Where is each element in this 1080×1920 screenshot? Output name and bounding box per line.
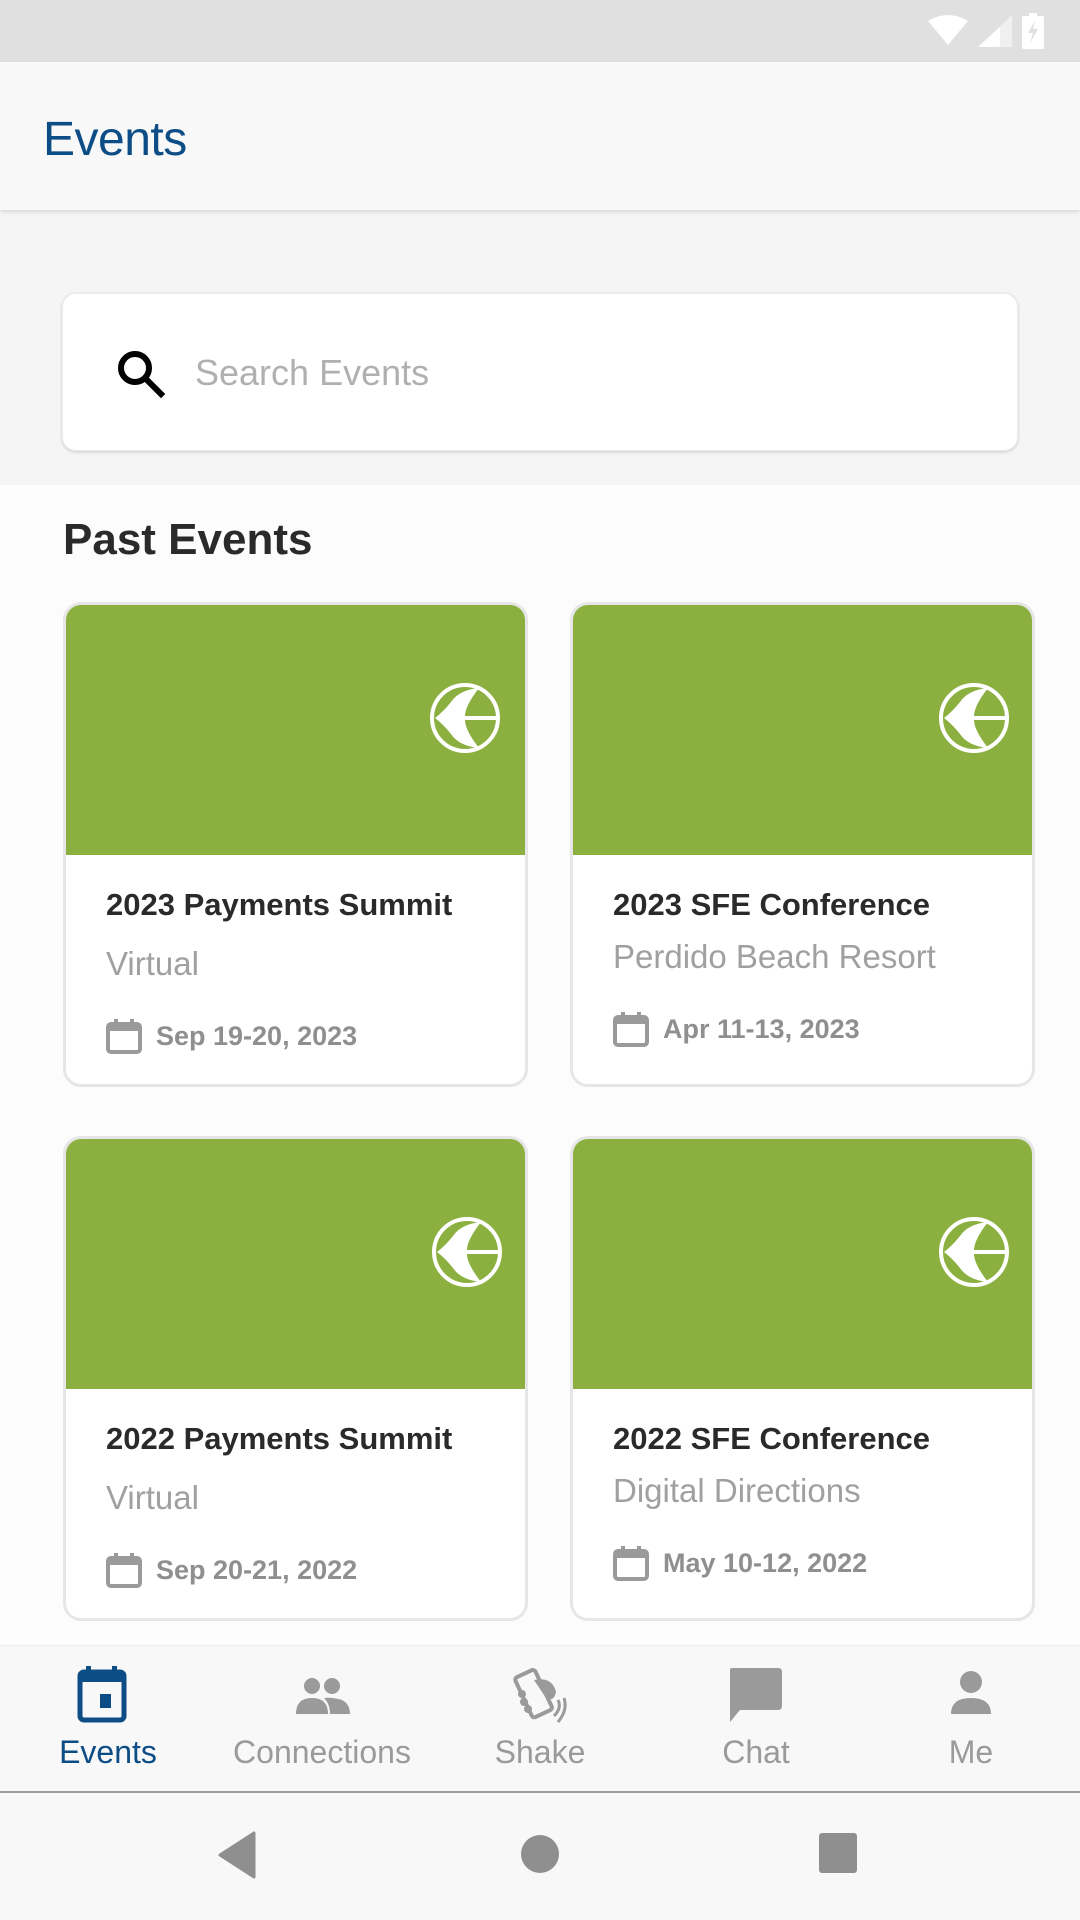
org-logo-icon (430, 683, 500, 753)
event-location: Digital Directions (613, 1472, 861, 1509)
event-location: Perdido Beach Resort (613, 938, 936, 975)
org-logo-icon (432, 1217, 502, 1287)
event-banner (573, 1139, 1032, 1389)
event-date: Sep 20-21, 2022 (156, 1554, 358, 1585)
page-title: Events (43, 113, 187, 166)
wifi-icon (928, 15, 968, 45)
system-nav-bar (0, 1793, 1080, 1920)
search-box[interactable] (62, 293, 1018, 451)
home-icon[interactable] (519, 1833, 561, 1875)
phone-shake-icon (513, 1668, 567, 1723)
event-title: 2022 Payments Summit (106, 1421, 453, 1456)
event-date-row: May 10-12, 2022 (613, 1545, 867, 1581)
search-icon[interactable] (115, 348, 167, 400)
event-title: 2023 SFE Conference (613, 887, 931, 922)
event-location: Virtual (106, 1479, 199, 1516)
app-bar: Events (0, 62, 1080, 210)
event-banner (573, 605, 1032, 855)
calendar-icon (106, 1553, 142, 1588)
cellular-signal-icon (978, 15, 1012, 47)
event-title: 2023 Payments Summit (106, 887, 453, 922)
status-icons (928, 13, 1044, 49)
nav-label: Events (59, 1734, 157, 1770)
nav-item-connections[interactable]: Connections (222, 1646, 422, 1792)
nav-label: Chat (722, 1734, 790, 1770)
nav-item-me[interactable]: Me (891, 1646, 1051, 1792)
people-icon (296, 1678, 350, 1714)
event-date: May 10-12, 2022 (663, 1547, 868, 1578)
nav-item-chat[interactable]: Chat (676, 1646, 836, 1792)
nav-label: Shake (494, 1734, 586, 1770)
event-date: Apr 11-13, 2023 (663, 1013, 860, 1044)
event-card[interactable]: 2023 Payments Summit Virtual Sep 19-20, … (63, 602, 528, 1087)
bottom-nav: Events Connections Shake Chat Me (0, 1645, 1080, 1793)
event-date-row: Apr 11-13, 2023 (613, 1011, 860, 1047)
recents-icon[interactable] (817, 1831, 859, 1875)
nav-item-shake[interactable]: Shake (460, 1646, 620, 1792)
section-title: Past Events (63, 515, 313, 564)
event-banner (66, 605, 525, 855)
event-date-row: Sep 19-20, 2023 (106, 1018, 357, 1054)
org-logo-icon (939, 683, 1009, 753)
search-input[interactable] (195, 334, 975, 412)
event-card[interactable]: 2022 SFE Conference Digital Directions M… (570, 1136, 1035, 1621)
events-content: Past Events 2023 Payments Summit Virtual… (0, 485, 1080, 1645)
back-icon[interactable] (216, 1831, 258, 1879)
event-location: Virtual (106, 945, 199, 982)
chat-bubble-icon (730, 1668, 782, 1722)
person-icon (951, 1671, 991, 1714)
org-logo-icon (939, 1217, 1009, 1287)
calendar-icon (613, 1012, 649, 1047)
nav-label: Me (948, 1734, 994, 1770)
search-area (0, 210, 1080, 485)
event-date: Sep 19-20, 2023 (156, 1020, 358, 1051)
event-card[interactable]: 2022 Payments Summit Virtual Sep 20-21, … (63, 1136, 528, 1621)
status-bar (0, 0, 1080, 62)
event-title: 2022 SFE Conference (613, 1421, 931, 1456)
nav-label: Connections (233, 1734, 411, 1770)
calendar-icon (613, 1546, 649, 1581)
calendar-icon (106, 1019, 142, 1054)
battery-charging-icon (1022, 13, 1044, 49)
event-date-row: Sep 20-21, 2022 (106, 1552, 357, 1588)
nav-item-events[interactable]: Events (28, 1646, 188, 1792)
event-card[interactable]: 2023 SFE Conference Perdido Beach Resort… (570, 602, 1035, 1087)
event-banner (66, 1139, 525, 1389)
calendar-icon (77, 1666, 127, 1723)
